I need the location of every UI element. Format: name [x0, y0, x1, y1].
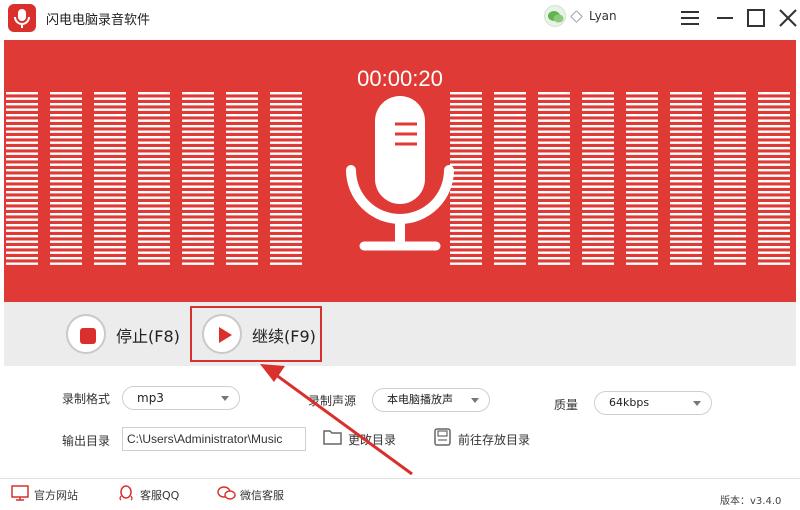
stop-label: 停止(F8)	[116, 327, 180, 346]
change-dir-button[interactable]: 更改目录	[322, 427, 414, 449]
app-title: 闪电电脑录音软件	[46, 13, 151, 28]
qq-link[interactable]: 客服QQ	[116, 484, 196, 504]
stop-button[interactable]: 停止(F8)	[66, 314, 196, 354]
website-label: 官方网站	[34, 489, 78, 502]
maximize-icon	[747, 9, 765, 27]
wechat-avatar-icon	[544, 5, 566, 27]
microphone-icon	[346, 96, 454, 251]
version-text: 版本：v3.4.0	[720, 496, 782, 507]
source-value: 本电脑播放声	[387, 393, 453, 406]
footer-divider	[0, 478, 800, 479]
control-bar: 停止(F8) 继续(F9)	[4, 302, 796, 366]
output-dir-label: 输出目录	[62, 434, 111, 448]
source-label: 录制声源	[308, 394, 357, 408]
chevron-down-icon	[693, 401, 701, 406]
chevron-down-icon	[221, 396, 229, 401]
wechat-label: 微信客服	[240, 489, 284, 502]
quality-select[interactable]: 64kbps	[594, 391, 712, 415]
wechat-icon	[217, 486, 236, 500]
annotation-highlight-box	[190, 306, 322, 362]
qq-icon	[119, 485, 133, 501]
folder-icon	[323, 430, 342, 445]
save-disk-icon	[434, 428, 451, 446]
format-label: 录制格式	[62, 392, 111, 406]
minimize-icon	[717, 17, 733, 19]
menu-button[interactable]	[678, 6, 702, 30]
change-dir-label: 更改目录	[348, 433, 397, 447]
title-bar: 闪电电脑录音软件 Lyan	[0, 0, 800, 36]
open-dir-button[interactable]: 前往存放目录	[432, 427, 544, 449]
monitor-icon	[11, 485, 29, 501]
menu-icon	[681, 11, 699, 25]
recording-banner: 00:00:20	[4, 40, 796, 302]
quality-value: 64kbps	[609, 396, 650, 409]
open-dir-label: 前往存放目录	[458, 433, 531, 447]
wechat-link[interactable]: 微信客服	[216, 484, 306, 504]
stop-circle	[66, 314, 106, 354]
qq-label: 客服QQ	[140, 489, 180, 502]
website-link[interactable]: 官方网站	[10, 484, 100, 504]
quality-label: 质量	[554, 398, 579, 412]
stop-icon	[80, 328, 96, 344]
output-dir-field[interactable]	[122, 427, 306, 451]
close-icon	[779, 9, 797, 27]
maximize-button[interactable]	[744, 6, 768, 30]
app-logo-icon	[8, 4, 36, 32]
close-button[interactable]	[776, 6, 800, 30]
chevron-down-icon	[471, 398, 479, 403]
source-select[interactable]: 本电脑播放声	[372, 388, 490, 412]
format-select[interactable]: mp3	[122, 386, 240, 410]
user-name: Lyan	[589, 9, 617, 23]
vip-diamond-icon	[570, 10, 583, 23]
minimize-button[interactable]	[713, 6, 737, 30]
format-value: mp3	[137, 391, 164, 405]
